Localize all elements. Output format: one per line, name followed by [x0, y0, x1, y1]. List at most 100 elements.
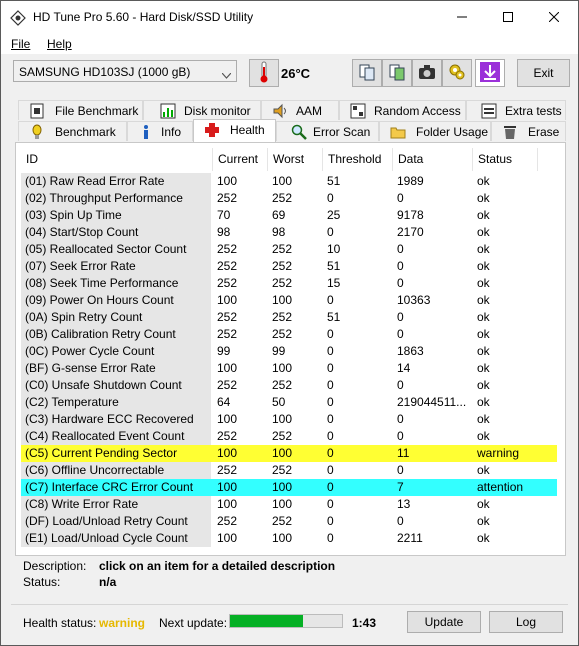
column-header-data[interactable]: Data	[393, 148, 473, 171]
close-button[interactable]	[531, 1, 577, 34]
tab-disk-monitor[interactable]: Disk monitor	[143, 100, 261, 120]
window-title: HD Tune Pro 5.60 - Hard Disk/SSD Utility	[33, 10, 254, 24]
exit-button[interactable]: Exit	[517, 59, 570, 87]
row-status: ok	[477, 225, 490, 239]
row-current: 252	[217, 514, 238, 528]
row-status: ok	[477, 293, 490, 307]
row-data: 0	[397, 259, 404, 273]
row-id: (BF) G-sense Error Rate	[21, 360, 211, 377]
table-row[interactable]: (0A) Spin Retry Count 252 252 51 0 ok	[21, 309, 557, 326]
table-row[interactable]: (C6) Offline Uncorrectable 252 252 0 0 ok	[21, 462, 557, 479]
row-worst: 252	[272, 463, 293, 477]
copy-text-button[interactable]	[352, 59, 382, 87]
row-id: (C3) Hardware ECC Recovered	[21, 411, 211, 428]
description-label: Description:	[23, 559, 87, 573]
minimize-icon	[457, 11, 467, 25]
table-row[interactable]: (BF) G-sense Error Rate 100 100 0 14 ok	[21, 360, 557, 377]
tab-extra-tests[interactable]: Extra tests	[466, 100, 566, 120]
log-button[interactable]: Log	[489, 611, 563, 633]
table-row[interactable]: (C3) Hardware ECC Recovered 100 100 0 0 ok	[21, 411, 557, 428]
row-id: (C2) Temperature	[21, 394, 211, 411]
disk-monitor-icon	[160, 103, 176, 119]
tab-folder-usage[interactable]: Folder Usage	[379, 121, 491, 141]
tab-error-scan[interactable]: Error Scan	[276, 121, 379, 141]
column-header-worst[interactable]: Worst	[268, 148, 323, 171]
row-current: 100	[217, 480, 238, 494]
table-row[interactable]: (01) Raw Read Error Rate 100 100 51 1989 ok	[21, 173, 557, 190]
row-status: ok	[477, 497, 490, 511]
table-row[interactable]: (C4) Reallocated Event Count 252 252 0 0 ok	[21, 428, 557, 445]
column-header-status[interactable]: Status	[473, 148, 538, 171]
table-row[interactable]: (E1) Load/Unload Cycle Count 100 100 0 2211 o…	[21, 530, 557, 547]
tab-health[interactable]: Health	[193, 119, 276, 142]
drive-select[interactable]: SAMSUNG HD103SJ (1000 gB)	[13, 60, 237, 82]
table-row[interactable]: (0B) Calibration Retry Count 252 252 0 0 ok	[21, 326, 557, 343]
download-button[interactable]	[475, 59, 505, 87]
row-status: ok	[477, 344, 490, 358]
row-worst: 100	[272, 361, 293, 375]
info-icon	[138, 124, 154, 140]
health-icon	[204, 122, 220, 138]
menu-help[interactable]: Help	[47, 37, 72, 51]
menu-bar: File Help	[1, 34, 578, 54]
menu-file[interactable]: File	[11, 37, 30, 51]
table-row[interactable]: (0C) Power Cycle Count 99 99 0 1863 ok	[21, 343, 557, 360]
options-button[interactable]	[442, 59, 472, 87]
row-worst: 252	[272, 242, 293, 256]
column-header-id[interactable]: ID	[21, 148, 213, 171]
table-row[interactable]: (09) Power On Hours Count 100 100 0 10363 ok	[21, 292, 557, 309]
row-current: 100	[217, 361, 238, 375]
table-row[interactable]: (C0) Unsafe Shutdown Count 252 252 0 0 ok	[21, 377, 557, 394]
tab-benchmark[interactable]: Benchmark	[18, 121, 127, 141]
row-worst: 252	[272, 276, 293, 290]
minimize-button[interactable]	[439, 1, 485, 34]
update-button[interactable]: Update	[407, 611, 481, 633]
row-status: ok	[477, 327, 490, 341]
table-row[interactable]: (C8) Write Error Rate 100 100 0 13 ok	[21, 496, 557, 513]
column-header-threshold[interactable]: Threshold	[323, 148, 393, 171]
row-data: 2170	[397, 225, 424, 239]
row-id: (C6) Offline Uncorrectable	[21, 462, 211, 479]
tab-random-access[interactable]: Random Access	[339, 100, 466, 120]
column-header-current[interactable]: Current	[213, 148, 268, 171]
copy-icon	[358, 63, 376, 84]
row-worst: 100	[272, 412, 293, 426]
copy-screenshot-button[interactable]	[382, 59, 412, 87]
item-status-label: Status:	[23, 575, 61, 589]
benchmark-icon	[29, 124, 45, 140]
table-row[interactable]: (02) Throughput Performance 252 252 0 0 ok	[21, 190, 557, 207]
table-row[interactable]: (C5) Current Pending Sector 100 100 0 11 warn…	[21, 445, 557, 462]
table-row[interactable]: (C7) Interface CRC Error Count 100 100 0 7 at…	[21, 479, 557, 496]
row-status: attention	[477, 480, 524, 494]
row-current: 252	[217, 276, 238, 290]
table-row[interactable]: (04) Start/Stop Count 98 98 0 2170 ok	[21, 224, 557, 241]
table-row[interactable]: (C2) Temperature 64 50 0 219044511... ok	[21, 394, 557, 411]
close-icon	[548, 11, 560, 25]
tab-label: Disk monitor	[184, 104, 251, 118]
row-worst: 252	[272, 327, 293, 341]
row-worst: 99	[272, 344, 286, 358]
row-id: (C4) Reallocated Event Count	[21, 428, 211, 445]
row-worst: 252	[272, 191, 293, 205]
table-row[interactable]: (05) Reallocated Sector Count 252 252 10 0 ok	[21, 241, 557, 258]
table-row[interactable]: (DF) Load/Unload Retry Count 252 252 0 0 ok	[21, 513, 557, 530]
maximize-button[interactable]	[485, 1, 531, 34]
tab-aam[interactable]: AAM	[261, 100, 339, 120]
gear-icon	[448, 63, 466, 84]
temperature-button[interactable]	[249, 59, 279, 87]
table-row[interactable]: (08) Seek Time Performance 252 252 15 0 ok	[21, 275, 557, 292]
tab-erase[interactable]: Erase	[491, 121, 566, 141]
tab-file-benchmark[interactable]: File Benchmark	[18, 100, 143, 120]
row-threshold: 0	[327, 480, 334, 494]
row-threshold: 0	[327, 395, 334, 409]
row-status: warning	[477, 446, 520, 460]
description-area: Description: click on an item for a deta…	[15, 557, 566, 597]
tab-info[interactable]: Info	[127, 121, 193, 141]
table-row[interactable]: (03) Spin Up Time 70 69 25 9178 ok	[21, 207, 557, 224]
title-bar: HD Tune Pro 5.60 - Hard Disk/SSD Utility	[1, 1, 578, 34]
screenshot-button[interactable]	[412, 59, 442, 87]
row-status: ok	[477, 361, 490, 375]
table-row[interactable]: (07) Seek Error Rate 252 252 51 0 ok	[21, 258, 557, 275]
next-update-label: Next update:	[159, 616, 228, 630]
row-current: 252	[217, 429, 238, 443]
